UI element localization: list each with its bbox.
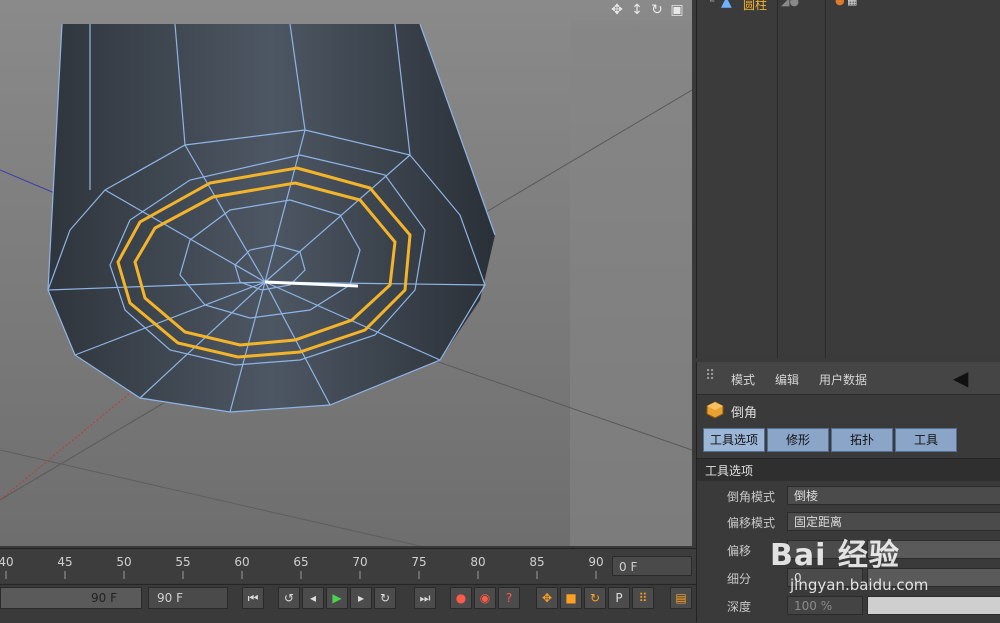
object-name[interactable]: 圆柱 — [743, 0, 767, 13]
bevel-mode-dropdown[interactable]: 倒棱 — [787, 486, 1000, 505]
column-divider — [777, 0, 778, 358]
tab-tool-options[interactable]: 工具选项 — [703, 428, 765, 452]
section-header: 工具选项 — [697, 458, 1000, 481]
next-frame-button[interactable]: ▸ — [350, 587, 372, 609]
play-button[interactable]: ▶ — [326, 587, 348, 609]
material-tag-icon[interactable]: ● — [835, 0, 845, 7]
param-label: 细分 — [727, 572, 752, 586]
scheme-menu-icon[interactable]: ▤ — [670, 587, 692, 609]
rotate-view-icon[interactable]: ↻ — [648, 1, 666, 19]
tab-topology[interactable]: 拓扑 — [831, 428, 893, 452]
viewport-scene — [0, 0, 692, 546]
tab-shaping[interactable]: 修形 — [767, 428, 829, 452]
object-row[interactable]: └ ▲ 圆柱 ◢● ● ▦ — [697, 0, 1000, 12]
tick-label: 80 — [470, 555, 486, 569]
tick-label: 70 — [352, 555, 368, 569]
timeline-ruler[interactable]: 40 45 50 55 60 65 70 75 80 85 90 — [0, 548, 696, 583]
move-view-icon[interactable]: ✥ — [608, 1, 626, 19]
dolly-view-icon[interactable]: ↕ — [628, 1, 646, 19]
checker-tag-icon[interactable]: ▦ — [847, 0, 857, 7]
bevel-tool-icon — [705, 400, 725, 420]
object-manager: └ ▲ 圆柱 ◢● ● ▦ — [696, 0, 1000, 358]
point-level-key-icon[interactable]: ⠿ — [632, 587, 654, 609]
menu-edit[interactable]: 编辑 — [775, 371, 799, 388]
hierarchy-line-icon: └ — [707, 0, 715, 8]
auto-key-button[interactable]: ◉ — [474, 587, 496, 609]
param-label: 偏移模式 — [727, 516, 776, 530]
menu-mode[interactable]: 模式 — [731, 371, 755, 388]
prev-keyframe-button[interactable]: ↺ — [278, 587, 300, 609]
param-label: 倒角模式 — [727, 490, 776, 504]
tick-label: 85 — [529, 555, 545, 569]
attribute-menubar: ⠿ 模式 编辑 用户数据 ◀ — [697, 362, 1000, 395]
watermark-url: jingyan.baidu.com — [790, 576, 929, 594]
watermark-brand: Bai 经验 — [770, 538, 900, 573]
scale-key-icon[interactable]: ■ — [560, 587, 582, 609]
tick-label: 90 — [588, 555, 604, 569]
tool-tabs: 工具选项 修形 拓扑 工具 — [703, 428, 957, 452]
cylinder-object-icon: ▲ — [721, 0, 732, 10]
rotation-key-icon[interactable]: ↻ — [584, 587, 606, 609]
end-frame-field[interactable]: 90 F — [148, 587, 228, 609]
switch-view-icon[interactable]: ▣ — [668, 1, 686, 19]
menu-user-data[interactable]: 用户数据 — [819, 371, 867, 388]
section-title: 工具选项 — [705, 464, 754, 478]
current-frame-field[interactable]: 0 F — [612, 556, 692, 576]
watermark: Bai 经验 jingyan.baidu.com — [770, 530, 1000, 622]
column-divider — [825, 0, 826, 358]
prev-frame-button[interactable]: ◂ — [302, 587, 324, 609]
viewport-nav-tools: ✥ ↕ ↻ ▣ — [608, 0, 692, 20]
tick-label: 55 — [175, 555, 191, 569]
param-label: 深度 — [727, 600, 752, 614]
tab-tool[interactable]: 工具 — [895, 428, 957, 452]
param-label: 偏移 — [727, 544, 752, 558]
goto-end-button[interactable]: ⏭ — [414, 587, 436, 609]
position-key-icon[interactable]: ✥ — [536, 587, 558, 609]
tick-label: 75 — [411, 555, 427, 569]
keyframe-selection-button[interactable]: ? — [498, 587, 520, 609]
param-bevel-mode: 倒角模式 倒棱 — [697, 484, 1000, 508]
tick-label: 40 — [0, 555, 14, 569]
back-arrow-icon[interactable]: ◀ — [953, 366, 968, 390]
tool-title: 倒角 — [731, 406, 758, 421]
preview-range-slider[interactable]: 90 F — [0, 587, 142, 609]
3d-viewport[interactable]: ✥ ↕ ↻ ▣ — [0, 0, 692, 546]
goto-start-button[interactable]: ⏮ — [242, 587, 264, 609]
offset-mode-dropdown[interactable]: 固定距离 — [787, 512, 1000, 531]
tick-label: 45 — [57, 555, 73, 569]
timeline-ticks — [5, 571, 597, 579]
tick-label: 60 — [234, 555, 250, 569]
visibility-icon[interactable]: ◢● — [781, 0, 799, 8]
next-keyframe-button[interactable]: ↻ — [374, 587, 396, 609]
parameter-key-icon[interactable]: P — [608, 587, 630, 609]
tick-label: 50 — [116, 555, 132, 569]
tick-label: 65 — [293, 555, 309, 569]
record-keys-button[interactable]: ● — [450, 587, 472, 609]
grip-icon[interactable]: ⠿ — [705, 368, 715, 384]
